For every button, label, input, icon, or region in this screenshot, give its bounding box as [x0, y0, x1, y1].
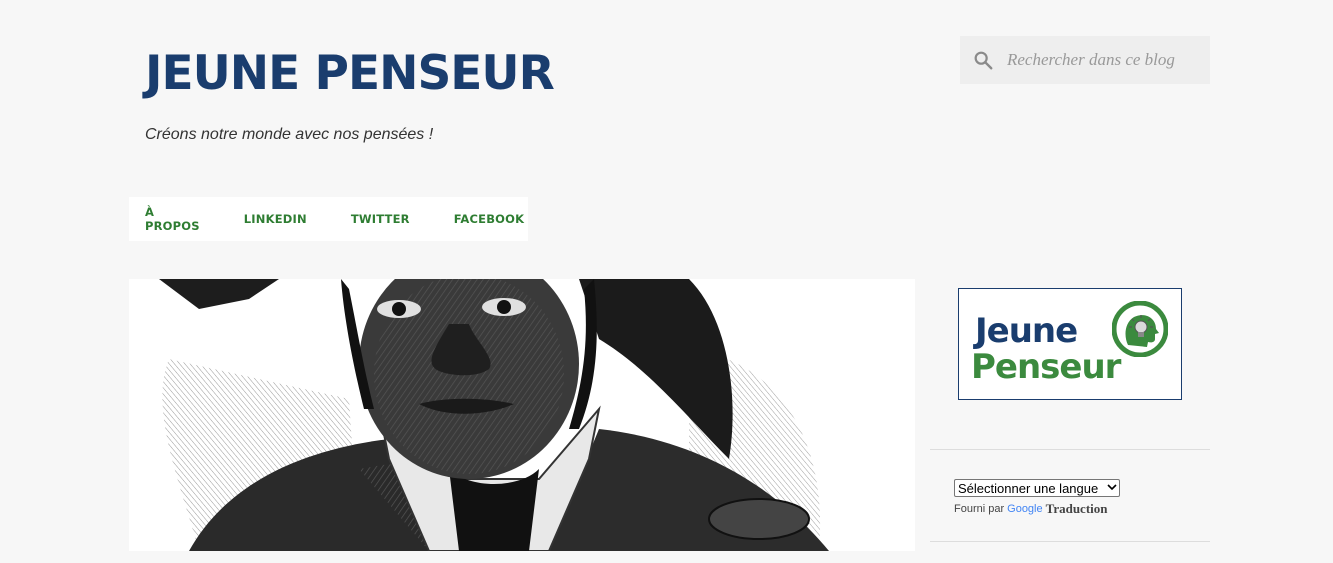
powered-by-google: Fourni par Google Traduction — [954, 501, 1108, 517]
search-icon[interactable] — [963, 36, 1003, 84]
main-nav: À PROPOS LINKEDIN TWITTER FACEBOOK — [129, 197, 528, 241]
chevron-down-icon — [1105, 483, 1119, 493]
logo-text-line1: Jeune — [975, 311, 1078, 351]
blog-title[interactable]: JEUNE PENSEUR — [145, 44, 555, 104]
nav-item-facebook[interactable]: FACEBOOK — [454, 212, 525, 226]
language-select-label: Sélectionner une langue — [958, 480, 1099, 496]
google-logo[interactable]: Google — [1007, 503, 1042, 515]
sidebar-divider-bottom — [930, 541, 1210, 542]
post-featured-image[interactable] — [129, 279, 915, 551]
powered-by-label: Fourni par — [954, 503, 1005, 515]
search-box[interactable] — [960, 36, 1210, 84]
translate-link[interactable]: Traduction — [1046, 501, 1108, 517]
blog-tagline: Créons notre monde avec nos pensées ! — [145, 126, 434, 143]
search-input[interactable] — [1007, 50, 1207, 70]
nav-item-about[interactable]: À PROPOS — [145, 205, 200, 233]
nav-item-twitter[interactable]: TWITTER — [351, 212, 410, 226]
sidebar-divider — [930, 449, 1210, 450]
lightbulb-head-icon — [1111, 300, 1169, 362]
logo-text-line2: Penseur — [971, 347, 1121, 387]
site-logo[interactable]: Jeune Penseur — [958, 288, 1182, 400]
language-select[interactable]: Sélectionner une langue — [954, 479, 1120, 497]
nav-item-linkedin[interactable]: LINKEDIN — [244, 212, 307, 226]
